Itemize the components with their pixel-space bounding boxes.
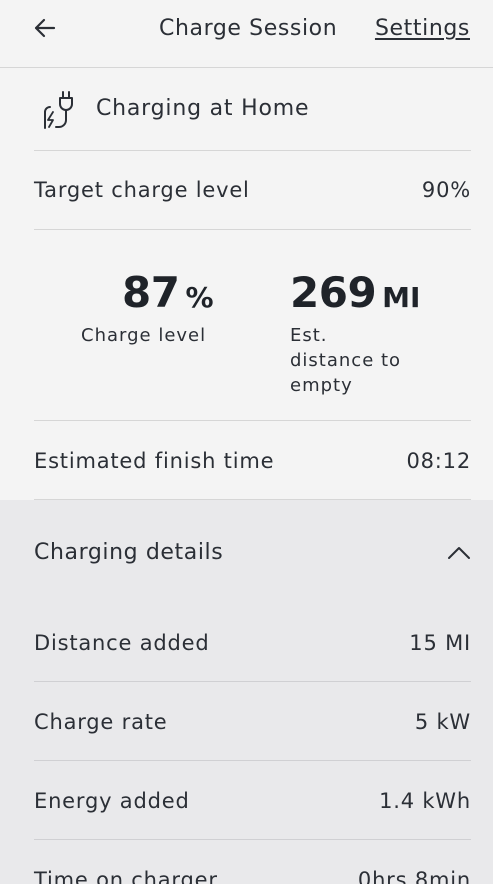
finish-time-row: Estimated finish time 08:12 — [34, 421, 471, 500]
distance-caption-line-3: empty — [290, 375, 353, 396]
detail-value: 0hrs 8min — [357, 868, 471, 884]
target-charge-value: 90% — [421, 178, 471, 202]
detail-label: Distance added — [34, 631, 210, 655]
charging-location-row: Charging at Home — [34, 68, 471, 151]
detail-label: Charge rate — [34, 710, 168, 734]
charge-level-value: 87 — [122, 268, 180, 317]
charging-details-title[interactable]: Charging details — [34, 540, 223, 565]
plug-charging-icon — [44, 91, 73, 129]
collapse-details-button[interactable] — [445, 542, 473, 564]
charging-details-panel: Charging details Distance added 15 MI Ch… — [0, 500, 493, 884]
charging-location-label: Charging at Home — [96, 96, 310, 121]
detail-value: 1.4 kWh — [379, 789, 471, 813]
detail-label: Energy added — [34, 789, 190, 813]
detail-row: Distance added 15 MI — [34, 603, 471, 682]
charge-level-unit: % — [185, 281, 214, 314]
detail-value: 15 MI — [409, 631, 471, 655]
detail-row: Energy added 1.4 kWh — [34, 761, 471, 840]
detail-label: Time on charger — [34, 868, 218, 884]
app-header: Charge Session Settings — [0, 0, 493, 68]
back-button[interactable] — [28, 12, 62, 46]
finish-time-label: Estimated finish time — [34, 449, 275, 473]
distance-stat: 269 MI — [290, 268, 420, 317]
detail-row: Time on charger 0hrs 8min — [34, 840, 471, 884]
target-charge-row[interactable]: Target charge level 90% — [34, 151, 471, 230]
chevron-up-icon — [448, 547, 470, 559]
charge-stats: 87% Charge level 269 MI Est. distance to … — [34, 230, 471, 421]
distance-unit: MI — [382, 281, 421, 314]
distance-caption-line-2: distance to — [290, 350, 402, 371]
finish-time-value: 08:12 — [406, 449, 471, 473]
detail-row: Charge rate 5 kW — [34, 682, 471, 761]
distance-caption-line-1: Est. — [290, 325, 328, 346]
settings-link[interactable]: Settings — [375, 16, 470, 41]
distance-value: 269 — [290, 268, 377, 317]
distance-caption: Est. distance to empty — [290, 323, 401, 398]
detail-value: 5 kW — [414, 710, 471, 734]
charge-level-stat: 87% — [122, 268, 214, 317]
arrow-left-icon — [34, 18, 56, 38]
target-charge-label: Target charge level — [34, 178, 250, 202]
page-title: Charge Session — [159, 16, 338, 41]
charge-level-caption: Charge level — [81, 325, 207, 346]
